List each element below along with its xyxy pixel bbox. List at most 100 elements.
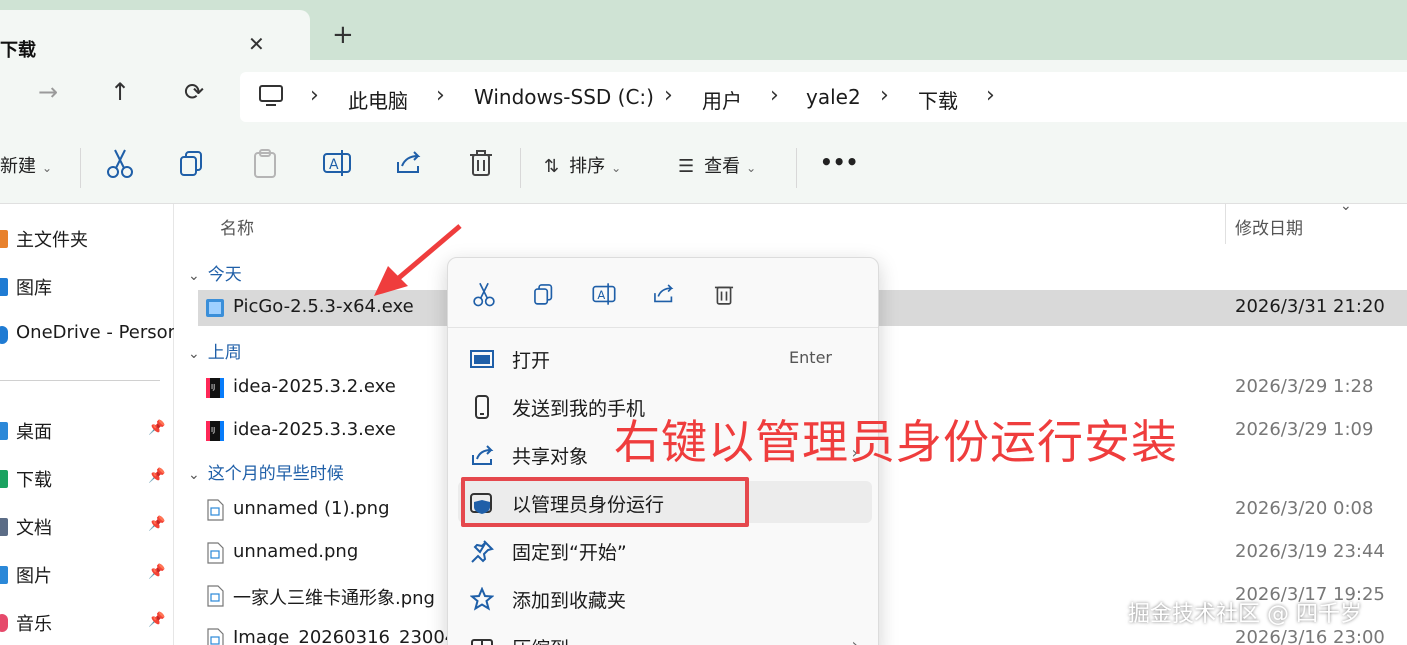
- address-bar[interactable]: › 此电脑 › Windows-SSD (C:) › 用户 › yale2 › …: [240, 72, 1407, 122]
- delete-icon[interactable]: [710, 280, 738, 308]
- cut-icon[interactable]: [470, 280, 498, 308]
- rename-icon[interactable]: A: [590, 280, 618, 308]
- close-tab-icon[interactable]: ✕: [248, 32, 265, 56]
- navigation-pane: 主文件夹 图库 OneDrive - Persor 桌面 📌 下载 📌 文档 📌…: [0, 204, 174, 645]
- forward-button[interactable]: →: [30, 78, 66, 106]
- svg-text:IJ: IJ: [211, 426, 215, 434]
- pin-icon[interactable]: 📌: [148, 420, 165, 436]
- new-label: 新建: [0, 156, 36, 177]
- menu-item-compress-to[interactable]: 压缩到 ›: [458, 625, 872, 645]
- menu-item-pin-to-start[interactable]: 固定到“开始”: [458, 529, 872, 571]
- sidebar-item-pictures[interactable]: 图片 📌: [0, 560, 174, 590]
- command-toolbar: 新建 ⌄ A ⇅ 排序 ⌄ ☰ 查看 ⌄ •••: [0, 132, 1407, 204]
- file-name: idea-2025.3.3.exe: [233, 419, 396, 440]
- sidebar-item-desktop[interactable]: 桌面 📌: [0, 416, 174, 446]
- menu-item-label: 打开: [512, 350, 551, 372]
- tab-downloads[interactable]: 下载 ✕: [0, 10, 310, 62]
- file-name: 一家人三维卡通形象.png: [233, 588, 435, 609]
- sidebar-item-onedrive[interactable]: OneDrive - Persor: [0, 320, 174, 350]
- view-icon: ☰: [678, 156, 695, 177]
- file-date: 2026/3/16 23:00: [1235, 627, 1385, 645]
- phone-icon: [475, 395, 489, 419]
- sidebar-item-label: 文档: [16, 518, 52, 539]
- sidebar-item-label: 图库: [16, 278, 52, 299]
- file-date: 2026/3/29 1:09: [1235, 419, 1374, 440]
- menu-item-add-to-favorites[interactable]: 添加到收藏夹: [458, 577, 872, 619]
- intellij-idea-icon: IJ: [206, 421, 224, 441]
- cut-icon[interactable]: [105, 146, 135, 180]
- document-icon: [0, 518, 8, 536]
- desktop-icon: [0, 422, 8, 440]
- file-date: 2026/3/29 1:28: [1235, 376, 1374, 397]
- chevron-down-icon: ⌄: [188, 467, 200, 483]
- home-icon: [0, 230, 8, 248]
- sidebar-item-label: 图片: [16, 566, 52, 587]
- intellij-idea-icon: IJ: [206, 378, 224, 398]
- menu-item-shortcut: Enter: [789, 348, 832, 367]
- file-date: 2026/3/31 21:20: [1235, 296, 1385, 317]
- sort-icon: ⇅: [544, 156, 560, 177]
- breadcrumb-item-users[interactable]: 用户: [702, 85, 742, 114]
- refresh-button[interactable]: ⟳: [176, 78, 212, 106]
- title-bar: 下载 ✕ +: [0, 0, 1407, 62]
- chevron-down-icon: ⌄: [42, 161, 53, 175]
- image-file-icon: [207, 542, 224, 564]
- column-divider[interactable]: [1225, 204, 1226, 244]
- breadcrumb-item-downloads[interactable]: 下载: [918, 85, 958, 114]
- new-tab-button[interactable]: +: [332, 20, 354, 50]
- menu-item-label: 压缩到: [512, 634, 569, 645]
- breadcrumb-item-this-pc[interactable]: 此电脑: [348, 85, 408, 114]
- delete-icon[interactable]: [466, 146, 496, 180]
- sidebar-item-documents[interactable]: 文档 📌: [0, 512, 174, 542]
- navigation-bar: → ↑ ⟳ › 此电脑 › Windows-SSD (C:) › 用户 › ya…: [0, 60, 1407, 132]
- sidebar-item-label: 音乐: [16, 614, 52, 635]
- share-icon: [472, 445, 494, 465]
- file-date: 2026/3/19 23:44: [1235, 541, 1385, 562]
- pin-icon[interactable]: 📌: [148, 564, 165, 580]
- more-options-button[interactable]: •••: [820, 150, 858, 174]
- breadcrumb-item-drive[interactable]: Windows-SSD (C:): [474, 85, 654, 109]
- breadcrumb-separator: ›: [310, 83, 319, 108]
- image-file-icon: [207, 628, 224, 645]
- paste-icon[interactable]: [250, 146, 280, 180]
- column-header-date[interactable]: 修改日期: [1235, 214, 1303, 239]
- view-label: 查看: [704, 156, 741, 177]
- group-header-earlier-this-month[interactable]: ⌄ 这个月的早些时候: [188, 459, 344, 484]
- view-button[interactable]: ☰ 查看 ⌄: [678, 152, 756, 178]
- file-date: 2026/3/20 0:08: [1235, 498, 1374, 519]
- sort-button[interactable]: ⇅ 排序 ⌄: [544, 152, 621, 178]
- breadcrumb-separator: ›: [880, 83, 889, 108]
- column-header-name[interactable]: 名称: [220, 214, 254, 239]
- open-window-icon: [470, 350, 494, 368]
- chevron-down-icon: ⌄: [188, 268, 200, 284]
- sidebar-item-gallery[interactable]: 图库: [0, 272, 174, 302]
- sidebar-item-music[interactable]: 音乐 📌: [0, 608, 174, 638]
- share-icon[interactable]: [394, 146, 424, 180]
- sidebar-item-downloads[interactable]: 下载 📌: [0, 464, 174, 494]
- pin-icon: [471, 540, 494, 563]
- menu-item-open[interactable]: 打开 Enter: [458, 337, 872, 379]
- file-name: idea-2025.3.2.exe: [233, 376, 396, 397]
- share-icon[interactable]: [650, 280, 678, 308]
- group-header-today[interactable]: ⌄ 今天: [188, 260, 242, 285]
- group-label: 上周: [207, 343, 242, 363]
- toolbar-divider: [80, 148, 81, 188]
- breadcrumb-item-user[interactable]: yale2: [806, 85, 861, 109]
- highlight-box: [461, 477, 749, 527]
- breadcrumb-separator: ›: [770, 83, 779, 108]
- archive-icon: [471, 639, 493, 645]
- pin-icon[interactable]: 📌: [148, 516, 165, 532]
- up-button[interactable]: ↑: [102, 78, 138, 106]
- sidebar-item-home[interactable]: 主文件夹: [0, 224, 174, 254]
- copy-icon[interactable]: [177, 146, 207, 180]
- group-header-last-week[interactable]: ⌄ 上周: [188, 338, 242, 363]
- copy-icon[interactable]: [530, 280, 558, 308]
- file-name: unnamed.png: [233, 541, 359, 562]
- pin-icon[interactable]: 📌: [148, 468, 165, 484]
- rename-icon[interactable]: A: [322, 146, 352, 180]
- star-icon: [470, 587, 494, 611]
- file-name: Image_20260316_23004: [233, 627, 457, 645]
- new-button[interactable]: 新建 ⌄: [0, 152, 52, 178]
- pin-icon[interactable]: 📌: [148, 612, 165, 628]
- breadcrumb-expand[interactable]: ›: [986, 83, 995, 108]
